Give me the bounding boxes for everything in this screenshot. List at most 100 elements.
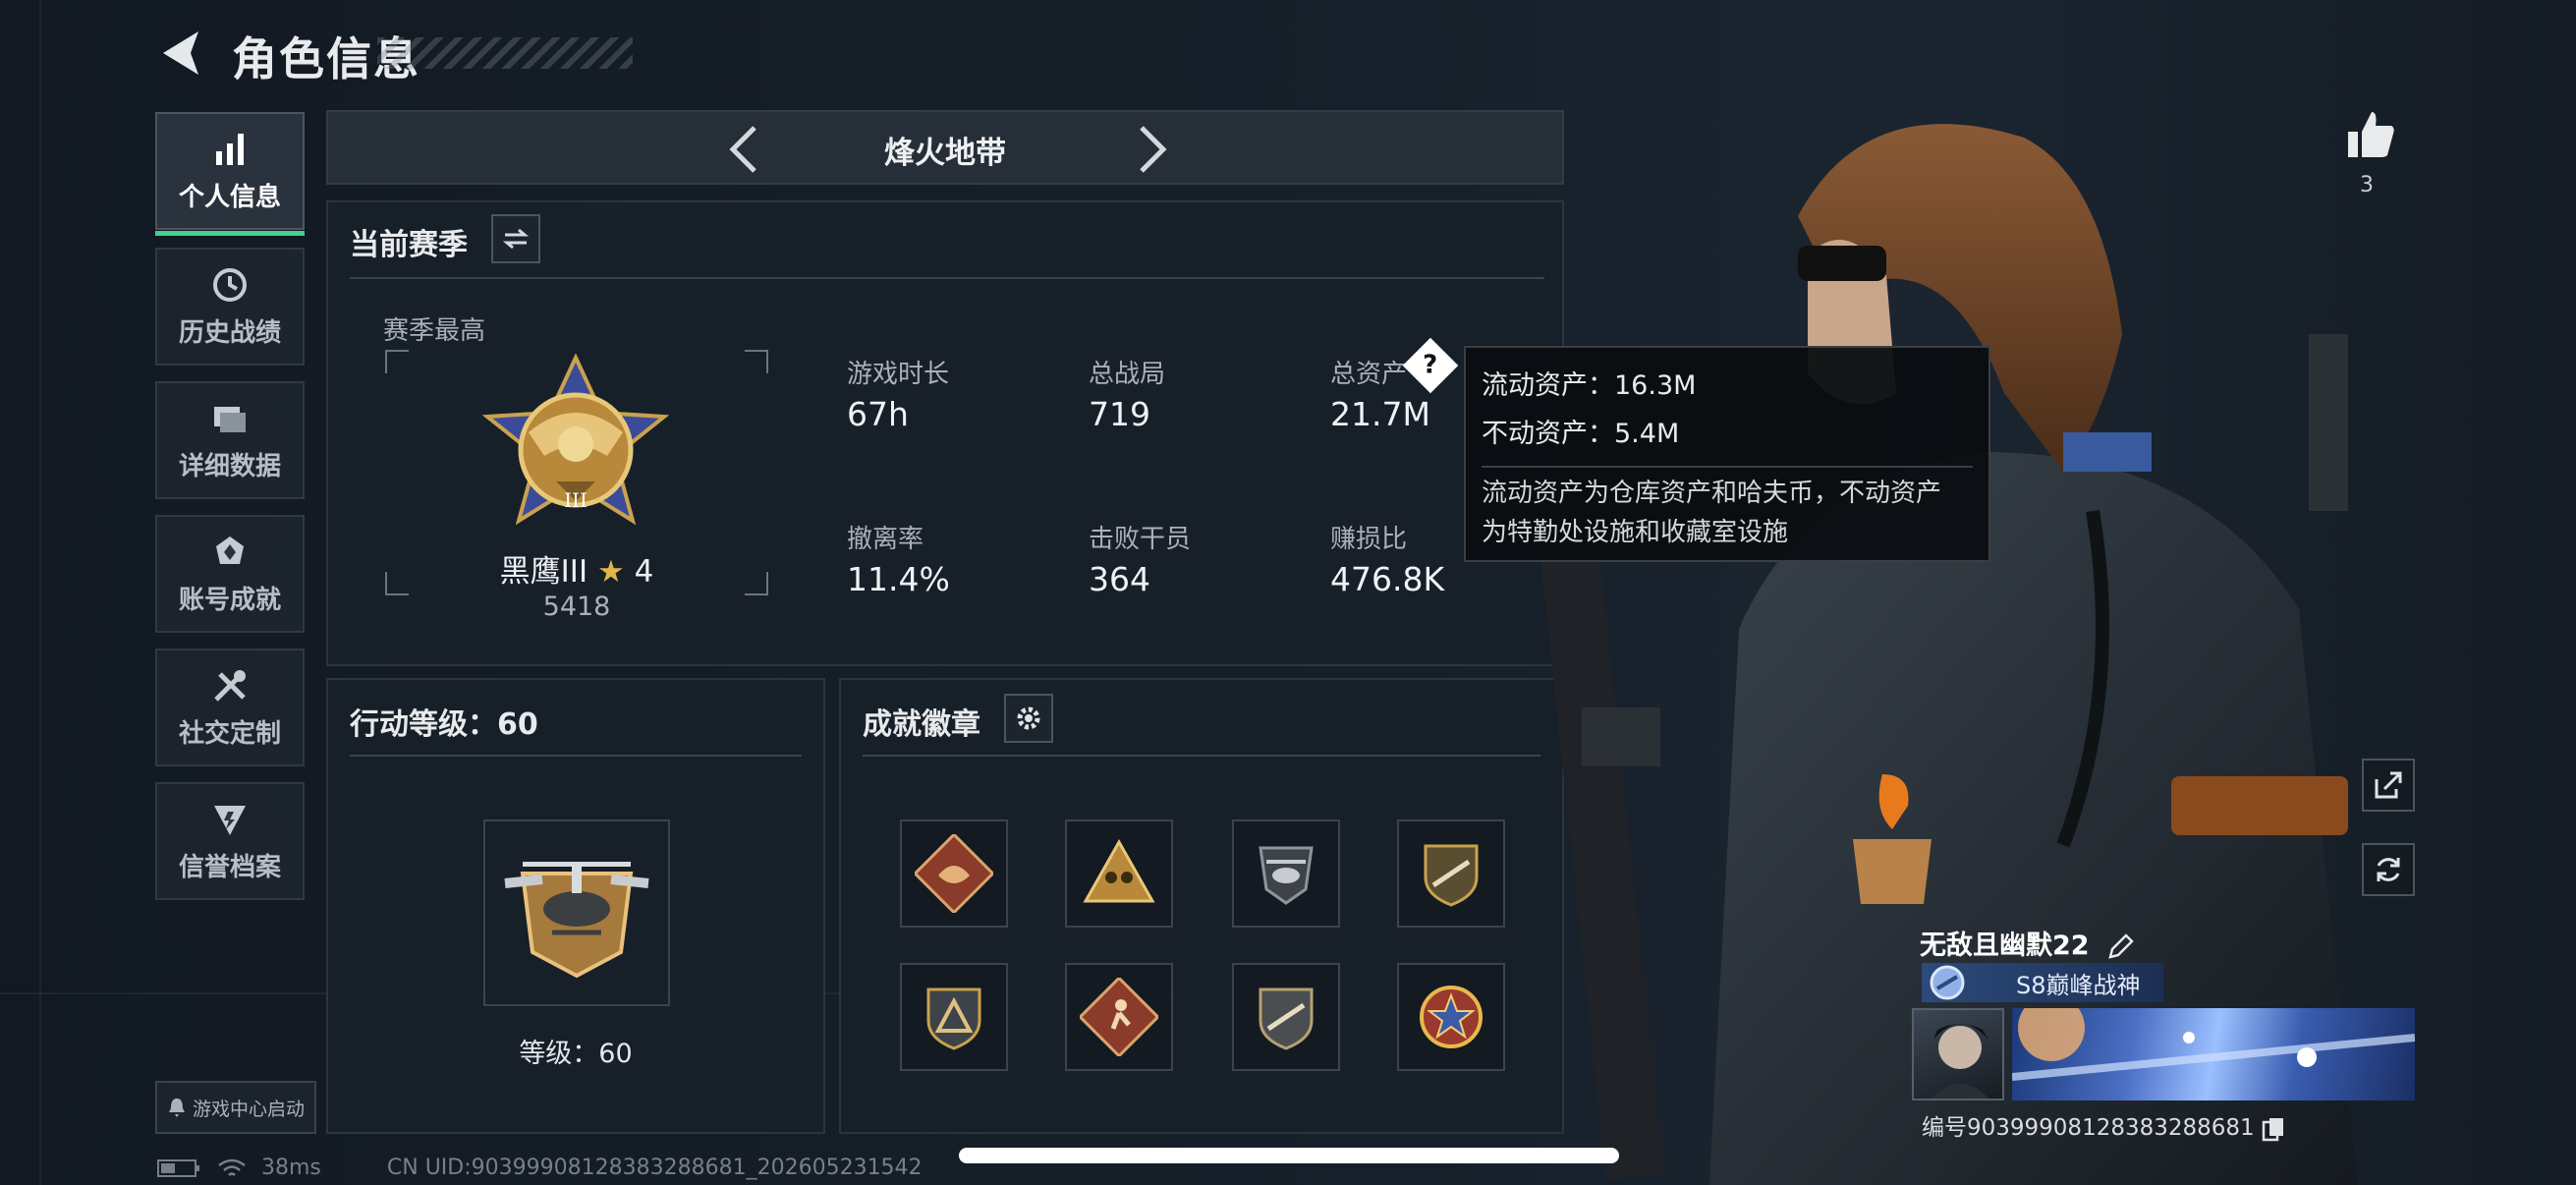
runner-badge-icon	[1080, 978, 1158, 1056]
swap-icon	[502, 228, 530, 250]
achievement-badge[interactable]	[1065, 819, 1173, 928]
level-title: 行动等级：60	[350, 707, 538, 742]
star-icon: ★	[596, 554, 625, 590]
rank-stars: 4	[634, 554, 654, 590]
rifle-badge-icon	[1424, 844, 1479, 907]
banner-art	[2012, 1008, 2415, 1081]
player-name: 无敌且幽默22	[1920, 931, 2090, 961]
liquid-assets: 流动资产：16.3M	[1482, 370, 1697, 401]
refresh-icon	[2377, 858, 2400, 881]
like-count: 3	[2360, 173, 2374, 198]
tooltip-desc-line: 为特勤处设施和收藏室设施	[1482, 518, 1789, 547]
switch-season-button[interactable]	[491, 214, 540, 263]
refresh-button[interactable]	[2362, 843, 2415, 896]
status-bar: 38ms CN UID:9039990812838328868​1_202605…	[157, 1156, 923, 1180]
back-button[interactable]	[155, 26, 204, 81]
sidebar-item-details[interactable]: 详细数据	[155, 381, 305, 499]
stat-label: 游戏时长	[847, 360, 950, 389]
sidebar-item-label: 社交定制	[178, 718, 281, 749]
player-id-row: 编号9039990812838328868​1	[1922, 1108, 2285, 1142]
title-decoration	[377, 37, 633, 69]
sidebar-item-label: 信誉档案	[178, 852, 281, 882]
svg-text:III: III	[564, 488, 588, 512]
sidebar-item-achievements[interactable]: 账号成就	[155, 515, 305, 633]
avatar-portrait	[1931, 1024, 1989, 1099]
achievement-badge[interactable]	[900, 963, 1008, 1071]
avatar[interactable]	[1912, 1008, 2004, 1100]
edit-pencil-icon[interactable]	[2106, 932, 2134, 961]
help-icon: ?	[1423, 351, 1438, 380]
fixed-assets: 不动资产：5.4M	[1482, 419, 1680, 449]
rank-title-badge: S8巅峰战神	[1922, 963, 2163, 1002]
active-indicator	[155, 231, 305, 236]
stat-label: 总资产	[1330, 360, 1408, 389]
divider	[863, 755, 1540, 757]
mode-selector: 烽火地带	[326, 110, 1564, 185]
divider	[350, 277, 1544, 279]
squad-badge-icon	[1083, 838, 1155, 903]
back-arrow-icon	[163, 31, 198, 75]
achievement-badge[interactable]	[900, 819, 1008, 928]
folder-icon	[214, 406, 246, 432]
grid-line	[39, 0, 41, 1185]
player-name-row: 无敌且幽默22	[1920, 924, 2134, 962]
tools-icon	[214, 669, 246, 702]
stat-value: 719	[1089, 395, 1150, 433]
wifi-icon	[218, 1158, 246, 1176]
sidebar-item-social[interactable]: 社交定制	[155, 649, 305, 766]
divider	[350, 755, 802, 757]
stat-label: 击败干员	[1089, 525, 1192, 554]
helicopter-badge-icon	[1259, 846, 1314, 905]
ping: 38ms	[261, 1156, 321, 1180]
achievement-badge[interactable]	[1397, 963, 1505, 1071]
rank-name: 黑鹰III	[499, 554, 588, 590]
share-icon	[2375, 771, 2402, 799]
divider	[1482, 466, 1973, 468]
stat-label: 撤离率	[847, 525, 924, 554]
level-emblem-frame	[483, 819, 670, 1006]
star-medal-badge-icon	[1420, 986, 1483, 1048]
game-center-label: 游戏中心启动	[193, 1098, 306, 1120]
asset-tooltip: 流动资产：16.3M 不动资产：5.4M 流动资产为仓库资产和哈夫币，不动资产 …	[1464, 346, 1990, 562]
sidebar-item-label: 历史战绩	[178, 317, 281, 348]
like-button[interactable]	[2344, 108, 2397, 161]
achievement-badge[interactable]	[1065, 963, 1173, 1071]
mode-title: 烽火地带	[884, 136, 1006, 171]
stat-value: 364	[1089, 560, 1150, 598]
copy-icon[interactable]	[2262, 1116, 2285, 1142]
rank-title: S8巅峰战神	[2016, 971, 2141, 999]
sidebar-item-personal-info[interactable]: 个人信息	[155, 112, 305, 236]
stat-label: 赚损比	[1330, 525, 1408, 554]
history-icon	[213, 267, 247, 302]
badges-title: 成就徽章	[863, 707, 980, 742]
achievement-badge[interactable]	[1232, 819, 1340, 928]
helicopter-emblem-icon	[504, 862, 649, 979]
stat-label: 总战局	[1089, 360, 1166, 389]
next-mode-button[interactable]	[1132, 124, 1171, 175]
sidebar-item-label: 账号成就	[178, 585, 281, 615]
rank-name-row: 黑鹰III ★ 4	[385, 546, 768, 591]
stat-value: 67h	[847, 395, 909, 433]
sidebar-item-label: 个人信息	[178, 182, 281, 212]
rifle-badge-icon	[1259, 988, 1314, 1050]
player-id: 编号9039990812838328868​1	[1922, 1115, 2255, 1141]
stat-value: 11.4%	[847, 560, 950, 598]
tooltip-desc-line: 流动资产为仓库资产和哈夫币，不动资产	[1482, 479, 1942, 508]
season-best-label: 赛季最高	[383, 316, 486, 346]
battery-icon	[157, 1159, 199, 1177]
rank-score: 5418	[542, 592, 611, 622]
sidebar-item-reputation[interactable]: 信誉档案	[155, 782, 305, 900]
bar-chart-icon	[216, 133, 244, 165]
level-label: 等级：60	[519, 1039, 633, 1069]
badge-settings-button[interactable]	[1004, 694, 1053, 743]
sidebar-item-label: 详细数据	[178, 451, 281, 481]
achievement-icon	[216, 536, 244, 564]
cn-uid: CN UID:9039990812838328868​1_20260523154…	[386, 1156, 923, 1180]
share-button[interactable]	[2362, 759, 2415, 812]
home-indicator[interactable]	[959, 1148, 1619, 1163]
achievement-badge[interactable]	[1232, 963, 1340, 1071]
game-center-button[interactable]: 游戏中心启动	[155, 1081, 316, 1134]
sidebar-item-history[interactable]: 历史战绩	[155, 248, 305, 366]
achievement-badge[interactable]	[1397, 819, 1505, 928]
stat-value: 476.8K	[1330, 560, 1445, 598]
